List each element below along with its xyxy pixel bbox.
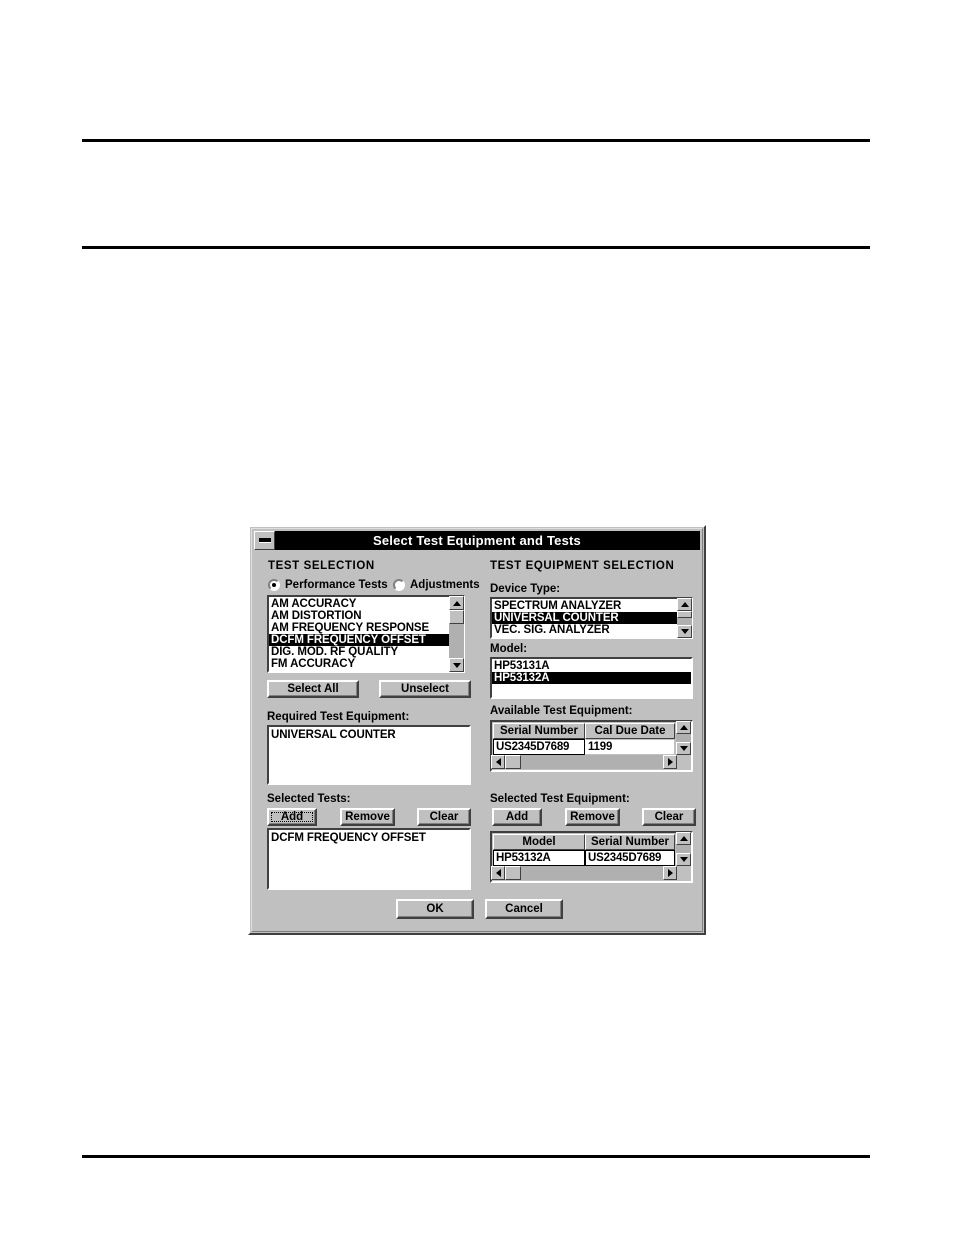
test-selection-heading: TEST SELECTION (268, 560, 375, 572)
minimize-glyph (258, 538, 271, 543)
grid-cell-cal-due-date[interactable]: 1199 (585, 739, 675, 755)
grid-header-row: Model Serial Number (493, 834, 675, 850)
list-item[interactable]: HP53131A (492, 660, 691, 672)
selected-tests-list[interactable]: DCFM FREQUENCY OFFSET (267, 828, 471, 890)
radio-performance-tests-icon (268, 579, 280, 591)
add-test-label: Add (280, 811, 304, 823)
scroll-right-arrow-icon[interactable] (663, 866, 677, 880)
page-footer-rule (82, 1155, 870, 1158)
grid-cell-serial-number[interactable]: US2345D7689 (585, 850, 675, 866)
grid-cell-model[interactable]: HP53132A (493, 850, 585, 866)
add-equipment-label: Add (505, 811, 529, 823)
model-label: Model: (490, 643, 528, 655)
unselect-label: Unselect (401, 683, 449, 695)
scrollbar-track[interactable] (676, 734, 691, 742)
list-item-selected[interactable]: DCFM FREQUENCY OFFSET (269, 634, 463, 646)
remove-equipment-button[interactable]: Remove (565, 808, 620, 826)
clear-equipment-label: Clear (654, 811, 684, 823)
model-list[interactable]: HP53131A HP53132A (490, 657, 693, 699)
ok-label: OK (426, 903, 444, 915)
test-equipment-selection-heading: TEST EQUIPMENT SELECTION (490, 560, 675, 572)
unselect-button[interactable]: Unselect (379, 680, 471, 698)
dialog-title: Select Test Equipment and Tests (373, 533, 581, 548)
test-list-box[interactable]: AM ACCURACY AM DISTORTION AM FREQUENCY R… (267, 595, 465, 673)
required-test-equipment-list[interactable]: UNIVERSAL COUNTER (267, 725, 471, 785)
select-all-label: Select All (287, 683, 339, 695)
scroll-down-arrow-icon[interactable] (449, 658, 464, 672)
device-type-list[interactable]: SPECTRUM ANALYZER UNIVERSAL COUNTER VEC.… (490, 597, 693, 639)
list-item[interactable]: UNIVERSAL COUNTER (269, 729, 469, 741)
scroll-up-arrow-icon[interactable] (676, 832, 691, 845)
scrollbar-thumb[interactable] (677, 611, 692, 618)
scroll-up-arrow-icon[interactable] (449, 596, 464, 610)
grid-cell-serial-number[interactable]: US2345D7689 (493, 739, 585, 755)
test-list-scrollbar[interactable] (449, 596, 464, 672)
list-item-selected[interactable]: UNIVERSAL COUNTER (492, 612, 691, 624)
radio-performance-tests[interactable]: Performance Tests (268, 579, 388, 591)
list-item-selected[interactable]: HP53132A (492, 672, 691, 684)
column-header[interactable]: Serial Number (493, 723, 585, 739)
cancel-label: Cancel (505, 903, 543, 915)
scrollbar-track[interactable] (505, 755, 663, 769)
remove-test-button[interactable]: Remove (340, 808, 395, 826)
radio-adjustments[interactable]: Adjustments (393, 579, 480, 591)
table-row[interactable]: US2345D7689 1199 (493, 739, 675, 755)
remove-equipment-label: Remove (570, 811, 615, 823)
clear-equipment-button[interactable]: Clear (642, 808, 696, 826)
clear-test-label: Clear (429, 811, 459, 823)
remove-test-label: Remove (345, 811, 390, 823)
scroll-down-arrow-icon[interactable] (677, 625, 692, 638)
grid-header-row: Serial Number Cal Due Date (493, 723, 675, 739)
list-item[interactable]: FM ACCURACY (269, 658, 463, 670)
list-item[interactable]: AM DISTORTION (269, 610, 463, 622)
column-header[interactable]: Serial Number (585, 834, 675, 850)
scroll-down-arrow-icon[interactable] (676, 742, 691, 755)
scrollbar-thumb[interactable] (449, 610, 464, 624)
list-item[interactable]: DIG. MOD. RF QUALITY (269, 646, 463, 658)
clear-test-button[interactable]: Clear (417, 808, 471, 826)
list-item[interactable]: SPECTRUM ANALYZER (492, 600, 691, 612)
scrollbar-thumb[interactable] (505, 866, 521, 880)
scrollbar-track[interactable] (676, 845, 691, 853)
list-item[interactable]: AM ACCURACY (269, 598, 463, 610)
ok-button[interactable]: OK (396, 899, 474, 919)
radio-performance-tests-label: Performance Tests (285, 579, 388, 591)
add-test-button[interactable]: Add (267, 808, 317, 826)
device-type-label: Device Type: (490, 583, 561, 595)
radio-adjustments-icon (393, 579, 405, 591)
required-test-equipment-label: Required Test Equipment: (267, 711, 410, 723)
scroll-left-arrow-icon[interactable] (491, 755, 505, 769)
page-header-rule (82, 139, 870, 142)
list-item[interactable]: DCFM FREQUENCY OFFSET (269, 832, 469, 844)
scroll-left-arrow-icon[interactable] (491, 866, 505, 880)
cancel-button[interactable]: Cancel (485, 899, 563, 919)
selected-grid-vscrollbar[interactable] (676, 832, 691, 866)
available-grid-vscrollbar[interactable] (676, 721, 691, 755)
table-row[interactable]: HP53132A US2345D7689 (493, 850, 675, 866)
select-all-button[interactable]: Select All (267, 680, 359, 698)
minimize-box-icon[interactable] (254, 531, 275, 550)
device-type-scrollbar[interactable] (677, 598, 692, 638)
dialog-titlebar: Select Test Equipment and Tests (254, 531, 700, 550)
scroll-up-arrow-icon[interactable] (676, 721, 691, 734)
column-header[interactable]: Cal Due Date (585, 723, 675, 739)
scrollbar-track[interactable] (505, 866, 663, 880)
scroll-down-arrow-icon[interactable] (676, 853, 691, 866)
column-header[interactable]: Model (493, 834, 585, 850)
add-equipment-button[interactable]: Add (492, 808, 542, 826)
selected-tests-label: Selected Tests: (267, 793, 351, 805)
scroll-right-arrow-icon[interactable] (663, 755, 677, 769)
selected-test-equipment-label: Selected Test Equipment: (490, 793, 630, 805)
list-item[interactable]: AM FREQUENCY RESPONSE (269, 622, 463, 634)
available-grid-hscrollbar[interactable] (491, 755, 677, 769)
selected-grid-hscrollbar[interactable] (491, 866, 677, 880)
scroll-up-arrow-icon[interactable] (677, 598, 692, 611)
list-item[interactable]: VEC. SIG. ANALYZER (492, 624, 691, 636)
select-test-equipment-dialog: Select Test Equipment and Tests TEST SEL… (248, 525, 706, 935)
available-test-equipment-label: Available Test Equipment: (490, 705, 633, 717)
scrollbar-thumb[interactable] (505, 755, 521, 769)
page-subheader-rule (82, 246, 870, 249)
radio-adjustments-label: Adjustments (410, 579, 480, 591)
